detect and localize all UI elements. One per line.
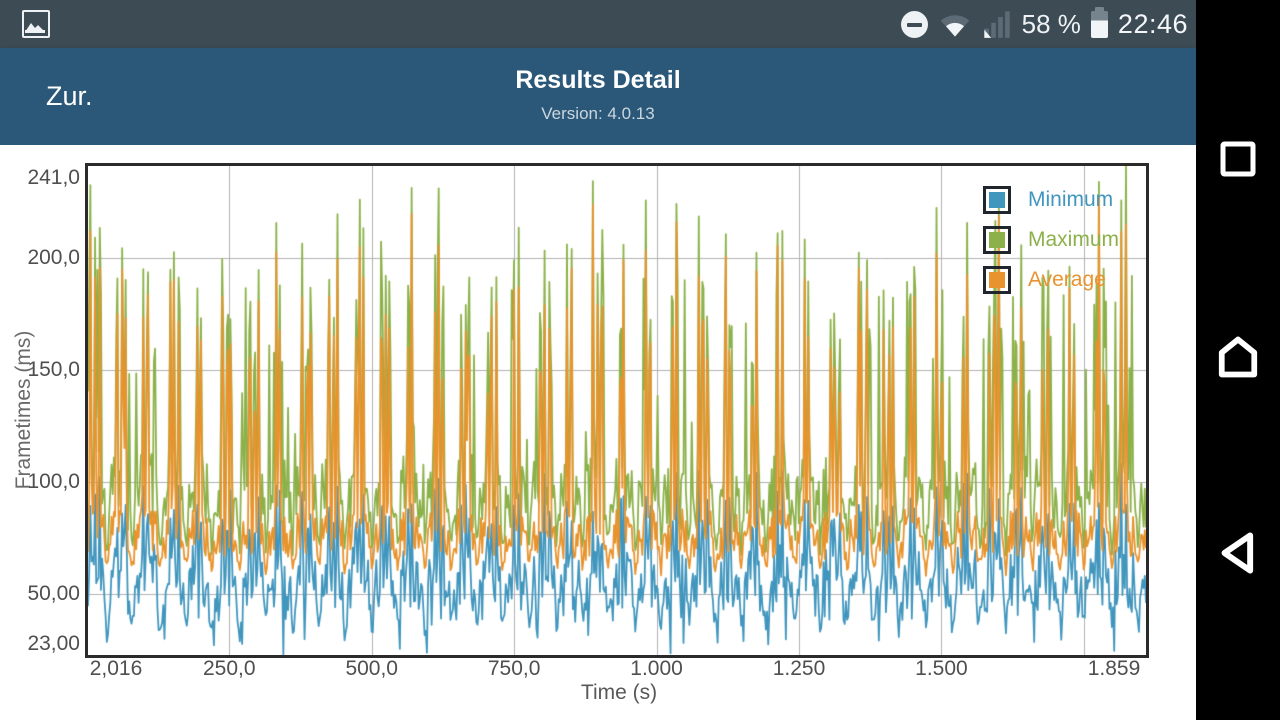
battery-percent-text: 58 %	[1021, 8, 1081, 39]
header-center: Results Detail Version: 4.0.13	[515, 66, 680, 124]
legend-item-average: Average	[983, 266, 1119, 294]
y-tick-label: 241,0	[27, 166, 80, 189]
back-triangle-icon	[1221, 532, 1254, 574]
x-tick-label: 500,0	[345, 657, 398, 680]
chart-area: Frametimes (ms) Time (s) 241,0 200,0 150,0…	[0, 145, 1196, 720]
x-tick-label: 2,016	[89, 657, 143, 680]
x-tick-label: 750,0	[487, 657, 541, 680]
y-tick-label: 23,00	[27, 632, 80, 655]
back-button[interactable]: Zur.	[46, 81, 93, 112]
legend-label: Minimum	[1028, 188, 1114, 211]
android-screen: 58 % 22:46 Zur. Results Detail Version: …	[0, 0, 1280, 720]
version-label: Version: 4.0.13	[541, 104, 655, 123]
legend-item-maximum: Maximum	[983, 226, 1119, 254]
legend-swatch-icon	[983, 186, 1011, 214]
y-tick-label: 200,0	[27, 245, 80, 269]
legend-label: Average	[1028, 268, 1106, 291]
screenshot-notification-icon	[22, 10, 50, 38]
battery-icon	[1090, 6, 1108, 38]
legend-swatch-icon	[983, 266, 1011, 294]
chart-legend: Minimum Maximum Average	[983, 186, 1119, 306]
x-tick-label: 1.250	[772, 657, 826, 680]
recents-square-icon	[1220, 141, 1256, 177]
y-tick-label: 100,0	[27, 470, 80, 494]
y-tick-label: 150,0	[27, 358, 80, 382]
back-nav-button[interactable]	[1211, 526, 1265, 585]
do-not-disturb-icon	[900, 10, 928, 38]
status-bar: 58 % 22:46	[0, 0, 1196, 48]
legend-swatch-icon	[983, 226, 1011, 254]
legend-label: Maximum	[1028, 228, 1120, 251]
y-tick-label: 50,00	[27, 582, 80, 606]
navigation-bar	[1196, 0, 1280, 720]
clock-text: 22:46	[1117, 8, 1188, 39]
page-title: Results Detail	[515, 66, 681, 94]
x-tick-label: 1.000	[630, 657, 683, 680]
y-tick-labels: 241,0 200,0 150,0 100,0 50,00 23,00	[0, 166, 80, 655]
x-tick-label: 1.500	[915, 657, 968, 680]
recents-button[interactable]	[1219, 140, 1257, 183]
x-tick-label: 1.859	[1087, 657, 1141, 680]
wifi-icon	[940, 15, 969, 37]
home-icon	[1218, 336, 1258, 378]
home-button[interactable]	[1213, 332, 1263, 387]
x-tick-label: 250,0	[203, 657, 256, 680]
picture-icon	[22, 10, 50, 38]
x-axis-title: Time (s)	[580, 681, 658, 704]
legend-item-minimum: Minimum	[983, 186, 1119, 214]
app-header: Zur. Results Detail Version: 4.0.13	[0, 48, 1196, 145]
status-bar-right: 58 % 22:46	[900, 0, 1188, 48]
cell-signal-icon	[983, 11, 1010, 38]
x-tick-labels: 2,016 250,0 500,0 750,0 1.000 1.250 1.500 1.859	[88, 657, 1146, 683]
